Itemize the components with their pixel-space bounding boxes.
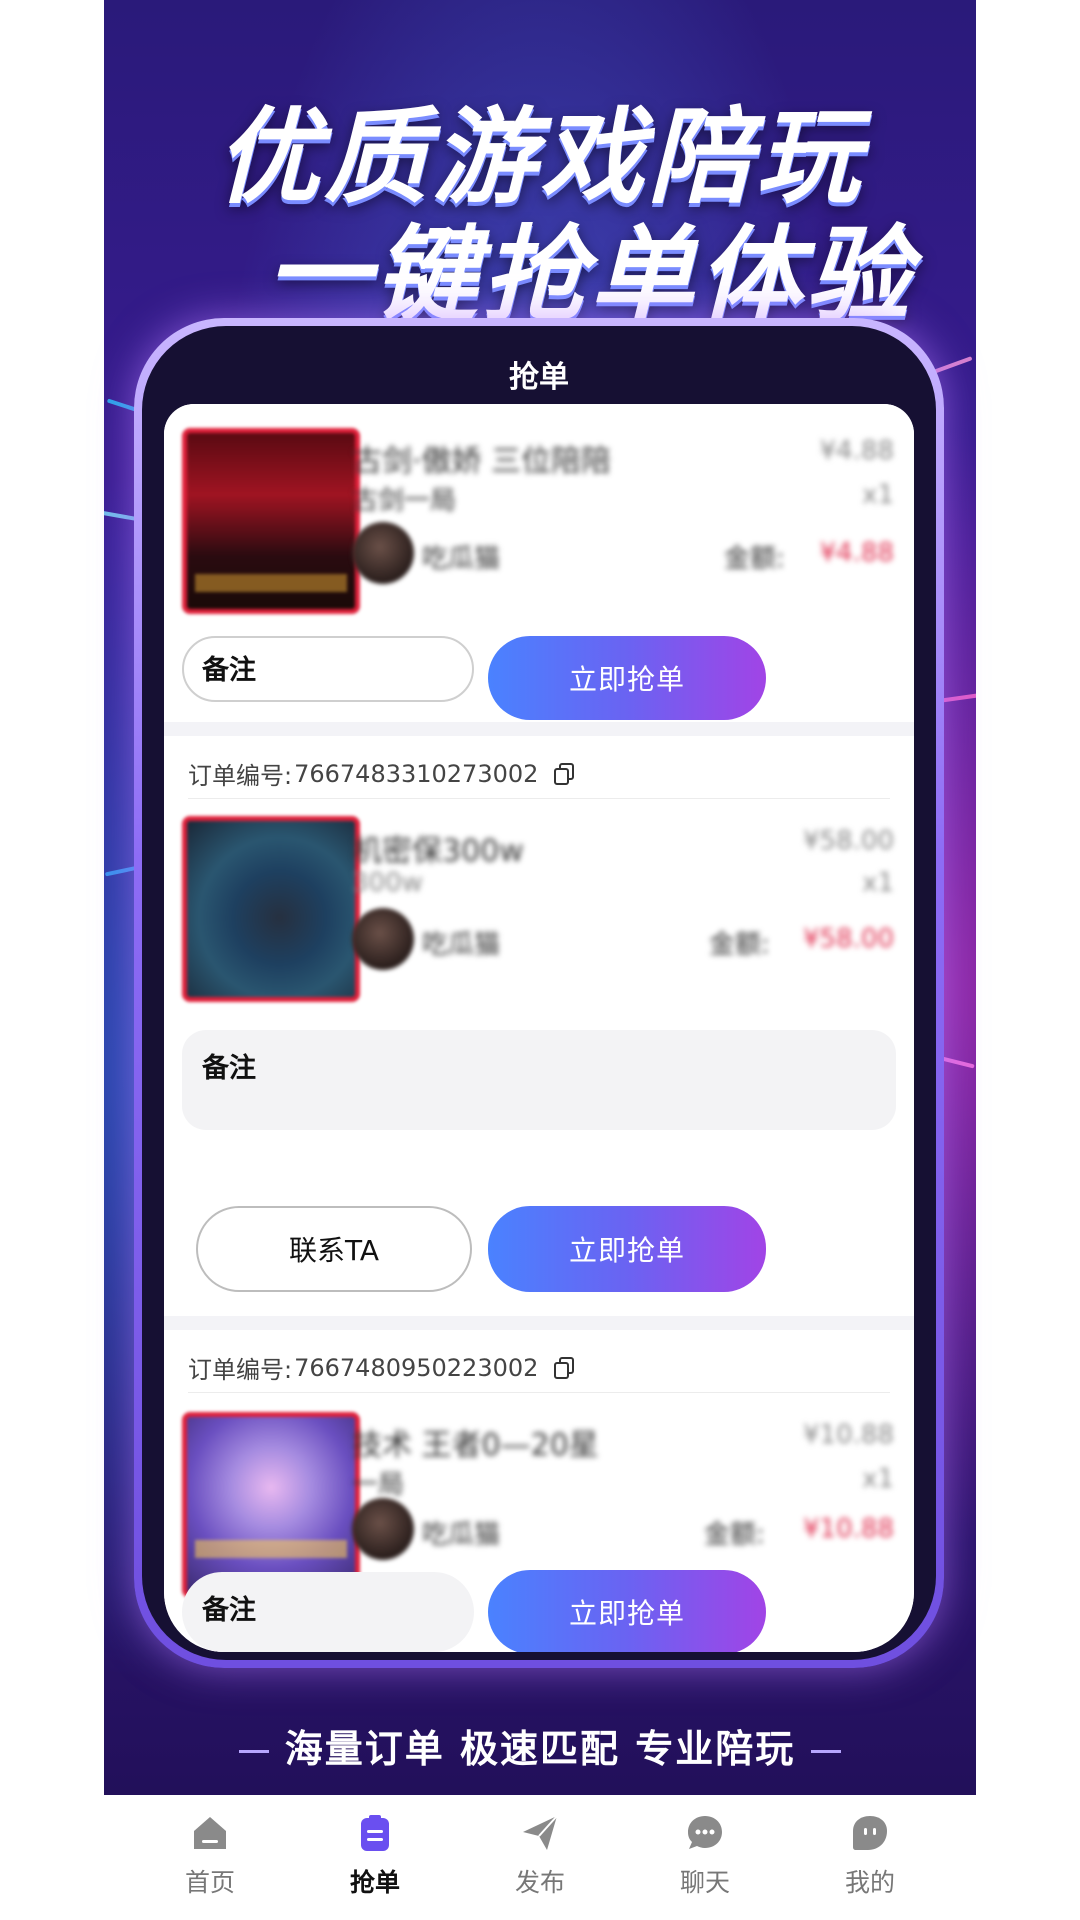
order-card: 订单编号: 7667480950223002 技术 王者0—20星 ¥10.88… [164,1330,914,1652]
order-subtitle: 古剑一局 [352,486,457,516]
order-amount: ¥10.88 [803,1514,894,1544]
send-icon [520,1813,560,1853]
avatar[interactable] [352,1498,414,1560]
tab-grab-orders[interactable]: 抢单 [315,1813,435,1899]
order-title: 技术 王者0—20星 [352,1428,599,1463]
screen-title: 抢单 [509,360,569,395]
profile-icon [850,1813,890,1853]
order-amount: ¥58.00 [803,924,894,954]
order-number: 订单编号: 7667480950223002 [188,1350,575,1385]
order-title: 古剑·傲娇 三位陪陪 [352,444,612,479]
copy-icon[interactable] [554,762,575,785]
tab-label: 发布 [514,1868,565,1897]
order-qty: x1 [862,868,894,898]
order-card: 古剑·傲娇 三位陪陪 ¥4.88 古剑一局 x1 吃瓜猫 金额: ¥4.88 备… [164,404,914,724]
card-separator [164,722,914,736]
tab-label: 聊天 [679,1868,730,1897]
order-qty: x1 [862,480,894,510]
user-name: 吃瓜猫 [422,1520,501,1550]
bottom-tab-bar: 首页 抢单 发布 聊天 我的 [0,1795,1080,1920]
order-number: 订单编号: 7667483310273002 [188,756,575,791]
avatar[interactable] [352,522,414,584]
user-name: 吃瓜猫 [422,544,501,574]
order-title: 机密保300w [352,834,524,869]
tab-label: 首页 [184,1868,235,1897]
phone-frame: 抢单 古剑·傲娇 三位陪陪 ¥4.88 古剑一局 x1 吃瓜猫 金额: ¥4.8… [134,318,944,1668]
tab-publish[interactable]: 发布 [480,1813,600,1899]
grab-order-button[interactable]: 立即抢单 [488,636,766,720]
slogan: 海量订单 极速匹配 专业陪玩 [104,1718,976,1773]
order-number-value: 7667483310273002 [294,759,539,788]
user-name: 吃瓜猫 [422,930,501,960]
order-subtitle: 300w [352,868,423,898]
slogan-text: 海量订单 极速匹配 专业陪玩 [284,1727,796,1771]
order-amount: ¥4.88 [819,538,894,568]
remark-label: 备注 [202,1595,256,1626]
contact-button[interactable]: 联系TA [196,1206,472,1292]
order-number-label: 订单编号: [188,762,293,790]
order-price: ¥58.00 [803,826,894,856]
clipboard-icon [355,1813,395,1853]
card-separator [164,1316,914,1330]
tab-home[interactable]: 首页 [150,1813,270,1899]
slogan-dash [238,1750,269,1753]
amount-label: 金额: [724,544,785,574]
amount-label: 金额: [704,1520,765,1550]
avatar[interactable] [352,908,414,970]
amount-label: 金额: [709,930,770,960]
tab-chat[interactable]: 聊天 [645,1813,765,1899]
order-subtitle: 一局 [352,1470,405,1500]
tab-label: 抢单 [349,1868,400,1897]
order-card: 订单编号: 7667483310273002 机密保300w ¥58.00 30… [164,736,914,1166]
game-thumbnail[interactable] [182,1412,360,1598]
order-price: ¥4.88 [819,436,894,466]
order-actions: 联系TA 立即抢单 [164,1166,914,1316]
home-icon [190,1813,230,1853]
order-number-label: 订单编号: [188,1356,293,1384]
remark-label: 备注 [202,655,256,686]
divider [188,1392,890,1393]
copy-icon[interactable] [554,1356,575,1379]
game-thumbnail[interactable] [182,816,360,1002]
order-number-value: 7667480950223002 [294,1353,539,1382]
phone-screen: 抢单 古剑·傲娇 三位陪陪 ¥4.88 古剑一局 x1 吃瓜猫 金额: ¥4.8… [142,326,936,1660]
grab-order-button[interactable]: 立即抢单 [488,1570,766,1652]
tab-label: 我的 [844,1868,895,1897]
divider [188,798,890,799]
order-qty: x1 [862,1464,894,1494]
remark-label: 备注 [202,1053,256,1084]
grab-order-button[interactable]: 立即抢单 [488,1206,766,1292]
order-price: ¥10.88 [803,1420,894,1450]
order-list: 古剑·傲娇 三位陪陪 ¥4.88 古剑一局 x1 吃瓜猫 金额: ¥4.88 备… [164,404,914,1652]
game-thumbnail[interactable] [182,428,360,614]
chat-icon [685,1813,725,1853]
slogan-dash [811,1750,842,1753]
tab-profile[interactable]: 我的 [810,1813,930,1899]
remark-box[interactable] [182,1030,896,1130]
